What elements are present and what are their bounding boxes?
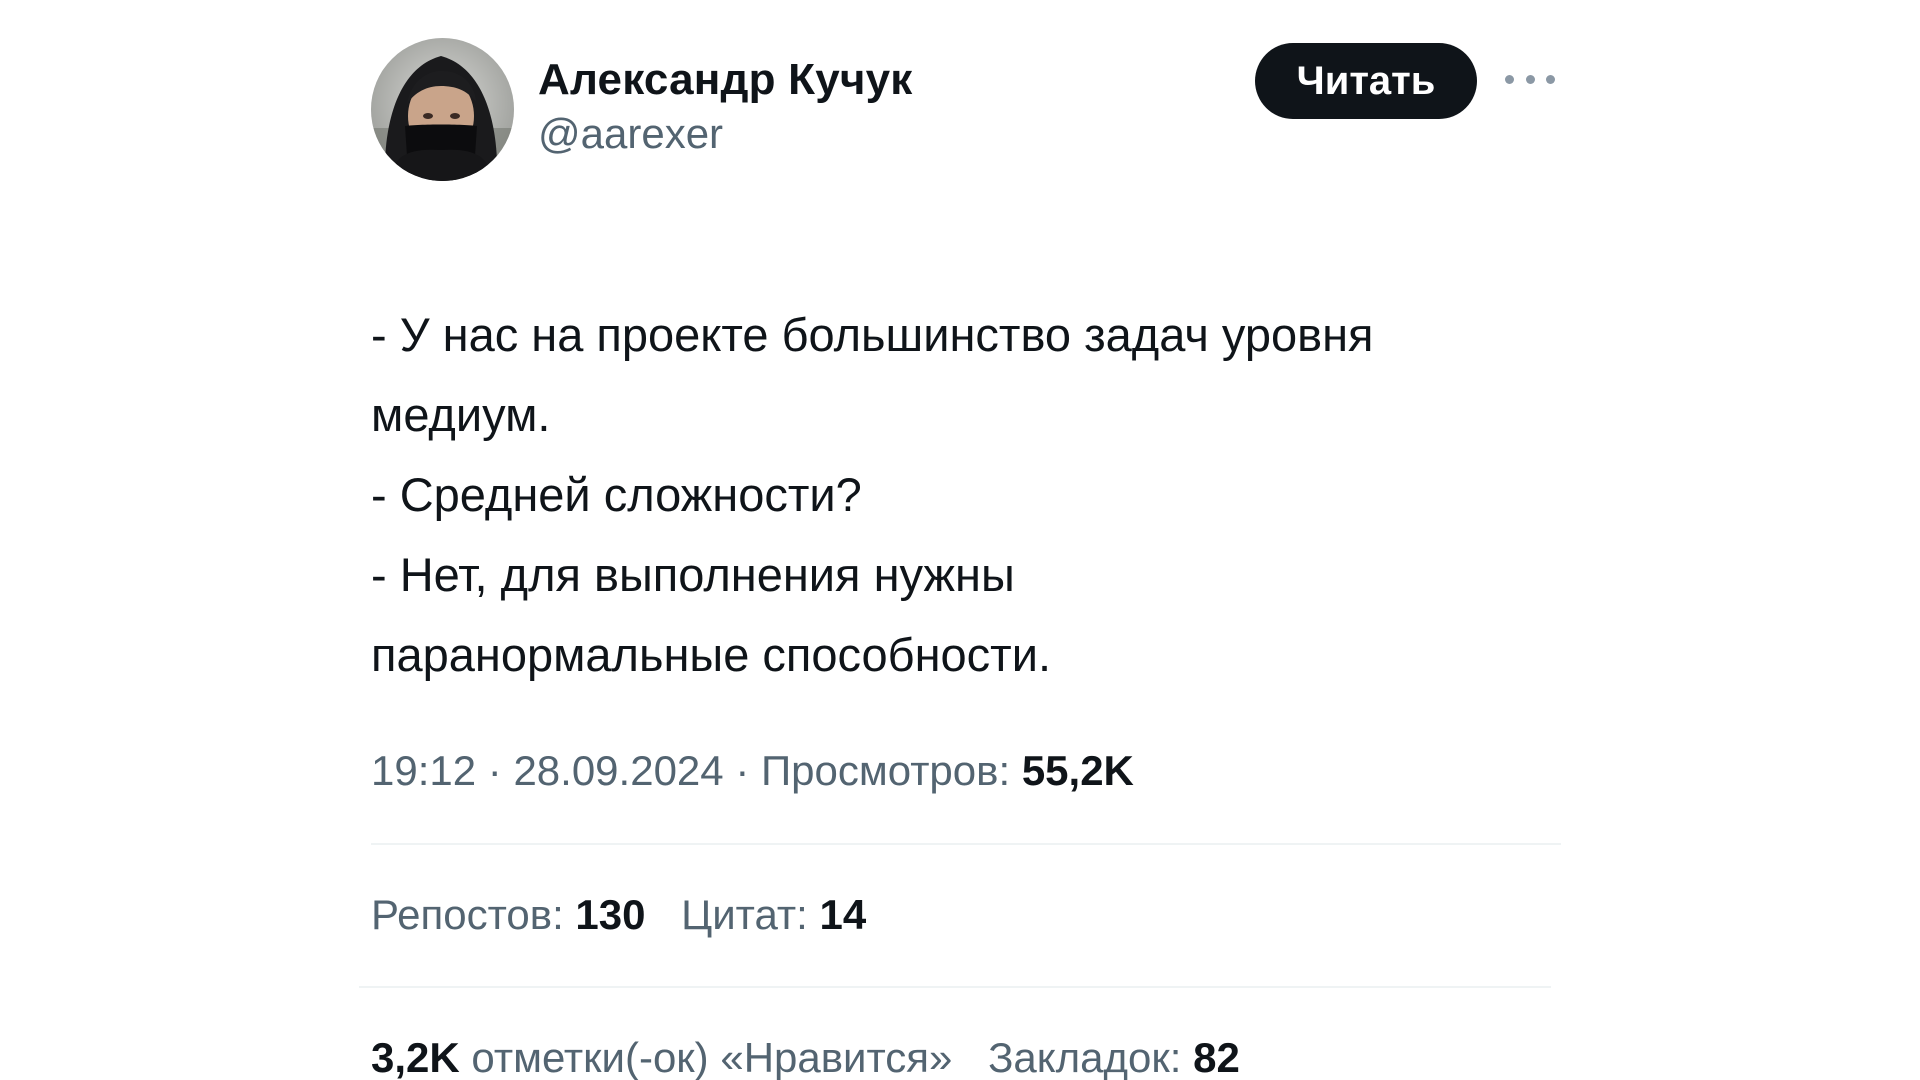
masked-person-avatar-icon [371, 38, 514, 181]
quotes-stat[interactable]: Цитат: 14 [681, 891, 866, 938]
quotes-count: 14 [819, 891, 867, 938]
views-label: Просмотров: [760, 747, 1011, 794]
reposts-stat[interactable]: Репостов: 130 [371, 891, 645, 938]
tweet-meta: 19:12 · 28.09.2024 · Просмотров: 55,2K [371, 743, 1561, 799]
more-options-button[interactable] [1505, 66, 1555, 92]
follow-button[interactable]: Читать [1255, 43, 1477, 119]
bookmarks-count: 82 [1193, 1034, 1240, 1080]
meta-separator: · [723, 747, 761, 794]
author-block: Александр Кучук @aarexer [538, 52, 913, 160]
tweet-header: Александр Кучук @aarexer Читать [371, 38, 1561, 183]
quotes-label: Цитат: [681, 891, 808, 938]
stats-row-reposts: Репостов: 130 Цитат: 14 [371, 845, 1561, 986]
bookmarks-stat[interactable]: Закладок: 82 [988, 1034, 1240, 1080]
likes-count: 3,2K [371, 1034, 460, 1080]
avatar[interactable] [371, 38, 514, 181]
more-dots-icon [1505, 74, 1514, 84]
tweet-date[interactable]: 28.09.2024 [513, 747, 723, 794]
author-handle[interactable]: @aarexer [538, 108, 913, 160]
meta-separator: · [476, 747, 514, 794]
divider [359, 986, 1551, 988]
author-display-name[interactable]: Александр Кучук [538, 52, 913, 108]
tweet-time[interactable]: 19:12 [371, 747, 476, 794]
likes-label: отметки(-ок) «Нравится» [471, 1034, 953, 1080]
stats-row-likes: 3,2K отметки(-ок) «Нравится» Закладок: 8… [371, 988, 1561, 1080]
reposts-label: Репостов: [371, 891, 564, 938]
reposts-count: 130 [575, 891, 646, 938]
views-count: 55,2K [1021, 747, 1134, 794]
tweet-text: - У нас на проекте большинство задач уро… [371, 308, 1374, 681]
likes-stat[interactable]: 3,2K отметки(-ок) «Нравится» [371, 1034, 952, 1080]
tweet-card: Александр Кучук @aarexer Читать - У нас … [359, 38, 1561, 1080]
more-dots-icon [1525, 74, 1535, 84]
bookmarks-label: Закладок: [988, 1034, 1182, 1080]
more-dots-icon [1546, 74, 1555, 84]
